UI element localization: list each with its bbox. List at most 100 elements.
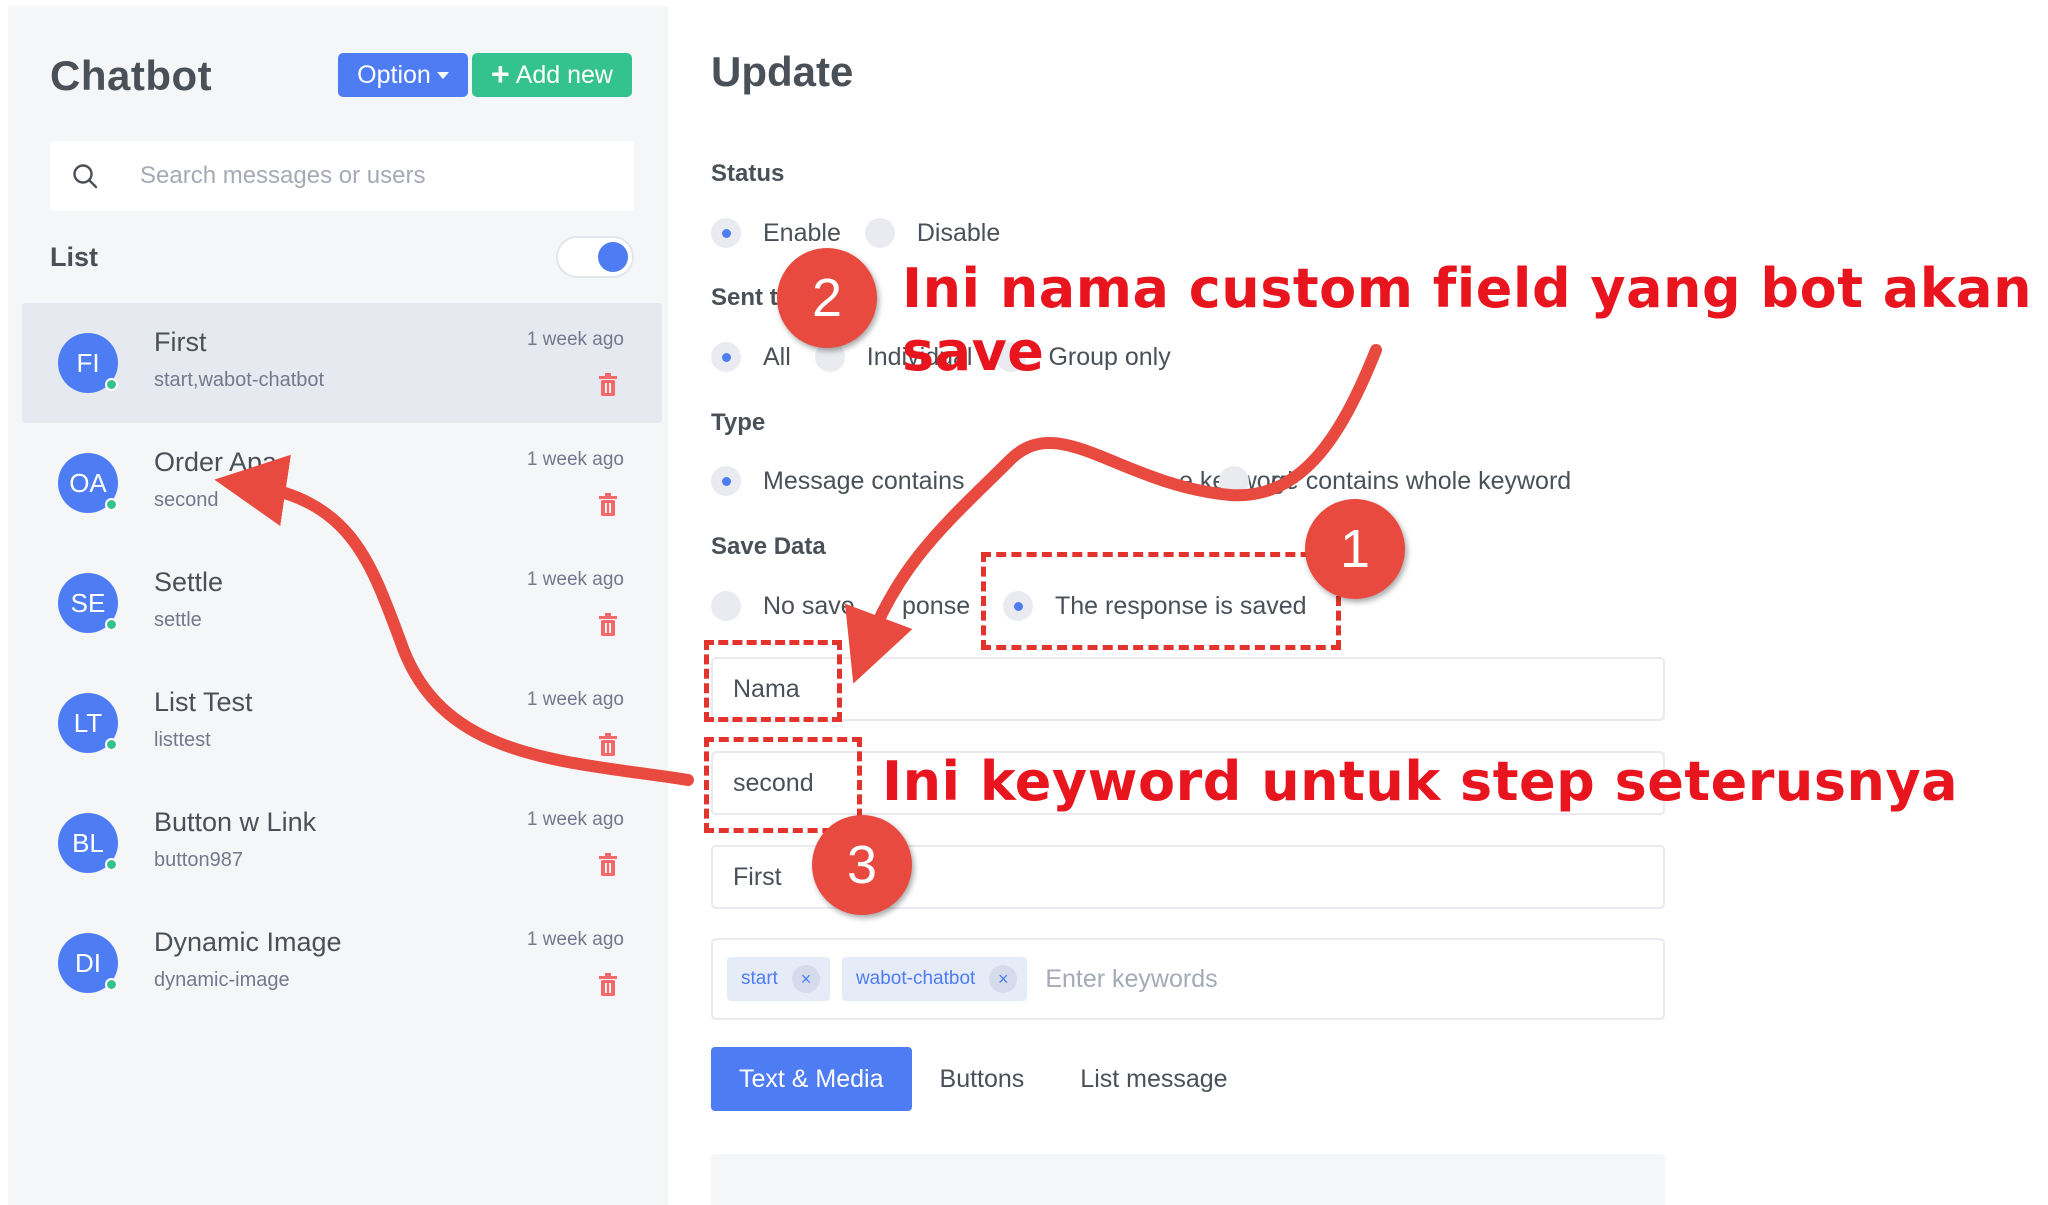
item-name: Settle bbox=[154, 567, 224, 597]
trash-icon[interactable] bbox=[598, 733, 618, 757]
message-editor[interactable] bbox=[711, 1154, 1665, 1205]
keyword-placeholder[interactable]: Enter keywords bbox=[1045, 965, 1217, 994]
no-save-response-radio[interactable]: No save bbox=[711, 591, 855, 621]
radio-icon bbox=[1219, 466, 1249, 496]
search-input[interactable] bbox=[120, 162, 600, 190]
remove-tag-icon[interactable]: × bbox=[791, 965, 820, 993]
type-contains-keyword-radio[interactable]: Message contains bbox=[711, 466, 965, 496]
trash-icon[interactable] bbox=[598, 973, 618, 997]
save-data-label: Save Data bbox=[711, 533, 826, 560]
trash-icon[interactable] bbox=[598, 373, 618, 397]
list-toggle[interactable] bbox=[556, 236, 634, 278]
trash-icon[interactable] bbox=[598, 493, 618, 517]
search-icon[interactable] bbox=[50, 141, 120, 211]
list-item[interactable]: LT List Test listtest 1 week ago bbox=[22, 663, 662, 783]
tag-label: start bbox=[741, 968, 778, 989]
remove-tag-icon[interactable]: × bbox=[989, 965, 1018, 993]
annotation-highlight-next-keyword bbox=[704, 737, 862, 833]
item-time: 1 week ago bbox=[526, 689, 624, 710]
sent-all-radio[interactable]: All bbox=[711, 342, 791, 372]
option-dropdown-button[interactable]: Option bbox=[338, 53, 468, 97]
online-status-dot bbox=[105, 378, 118, 391]
list-label: List bbox=[50, 242, 99, 272]
status-label: Status bbox=[711, 160, 785, 187]
radio-icon bbox=[864, 218, 895, 248]
avatar-initials: FI bbox=[76, 347, 100, 378]
tab-text-media[interactable]: Text & Media bbox=[711, 1047, 912, 1111]
item-time: 1 week ago bbox=[526, 329, 624, 350]
status-enable-radio[interactable]: Enable bbox=[711, 218, 841, 248]
list-item[interactable]: FI First start,wabot-chatbot 1 week ago bbox=[22, 303, 662, 423]
tab-list-message[interactable]: List message bbox=[1052, 1047, 1255, 1111]
item-name: Button w Link bbox=[154, 807, 317, 837]
avatar: DI bbox=[58, 933, 118, 993]
item-time: 1 week ago bbox=[526, 929, 624, 950]
type-whole-keyword-radio[interactable]: ge contains whole keyword bbox=[1219, 466, 1571, 496]
option-label-tail: ponse bbox=[902, 591, 971, 620]
status-radio-group: Enable Disable bbox=[711, 218, 1024, 248]
type-label: Type bbox=[711, 409, 766, 436]
option-label: Enable bbox=[763, 218, 841, 247]
no-save-response-tail: ponse bbox=[902, 592, 970, 621]
avatar-initials: BL bbox=[72, 827, 104, 858]
radio-checked-icon bbox=[711, 218, 741, 248]
annotation-badge-2: 2 bbox=[777, 248, 877, 348]
trash-icon[interactable] bbox=[598, 613, 618, 637]
item-time: 1 week ago bbox=[526, 449, 624, 470]
type-radio-group: Message contains e keyword ge contains w… bbox=[711, 466, 1571, 496]
online-status-dot bbox=[105, 618, 118, 631]
tab-buttons[interactable]: Buttons bbox=[912, 1047, 1053, 1111]
item-time: 1 week ago bbox=[526, 809, 624, 830]
chatbot-list: FI First start,wabot-chatbot 1 week ago … bbox=[22, 303, 662, 1023]
item-keywords: settle bbox=[154, 609, 202, 631]
avatar-initials: OA bbox=[69, 467, 107, 498]
page-title: Update bbox=[711, 48, 854, 95]
custom-field-name-input[interactable]: Nama bbox=[711, 657, 1665, 721]
input-value: First bbox=[733, 862, 782, 891]
item-name: Dynamic Image bbox=[154, 927, 342, 957]
sidebar-title: Chatbot bbox=[50, 52, 213, 99]
keyword-tag: wabot-chatbot × bbox=[841, 957, 1028, 1001]
item-name: Order Apa bbox=[154, 447, 278, 477]
status-disable-radio[interactable]: Disable bbox=[864, 218, 1001, 248]
keywords-input[interactable]: start × wabot-chatbot × Enter keywords bbox=[711, 938, 1665, 1020]
annotation-highlight-field-name bbox=[704, 640, 842, 722]
option-label: Disable bbox=[916, 218, 1001, 247]
avatar-initials: LT bbox=[73, 707, 103, 738]
item-time: 1 week ago bbox=[526, 569, 624, 590]
option-label: Message contains bbox=[763, 466, 965, 495]
item-name: First bbox=[154, 327, 207, 357]
online-status-dot bbox=[105, 978, 118, 991]
annotation-badge-3: 3 bbox=[812, 815, 912, 915]
list-item[interactable]: BL Button w Link button987 1 week ago bbox=[22, 783, 662, 903]
add-new-label: Add new bbox=[515, 60, 613, 89]
list-item[interactable]: SE Settle settle 1 week ago bbox=[22, 543, 662, 663]
radio-checked-icon bbox=[711, 342, 741, 372]
trash-icon[interactable] bbox=[598, 853, 618, 877]
option-label: ge contains whole keyword bbox=[1271, 466, 1572, 495]
option-label: Option bbox=[357, 60, 431, 89]
item-keywords: start,wabot-chatbot bbox=[154, 369, 325, 391]
online-status-dot bbox=[105, 498, 118, 511]
caret-down-icon bbox=[436, 71, 449, 79]
avatar: SE bbox=[58, 573, 118, 633]
avatar: FI bbox=[58, 333, 118, 393]
chatbot-sidebar: Chatbot Option + Add new List FI First s… bbox=[8, 6, 668, 1205]
avatar: LT bbox=[58, 693, 118, 753]
item-keywords: listtest bbox=[154, 729, 211, 751]
avatar-initials: DI bbox=[75, 947, 101, 978]
annotation-text-next-keyword: Ini keyword untuk step seterusnya bbox=[882, 750, 1959, 813]
sent-to-label: Sent t bbox=[711, 284, 778, 311]
plus-icon: + bbox=[491, 55, 510, 92]
add-new-button[interactable]: + Add new bbox=[472, 53, 632, 97]
list-item[interactable]: OA Order Apa second 1 week ago bbox=[22, 423, 662, 543]
radio-icon bbox=[711, 591, 741, 621]
option-label: No save bbox=[763, 591, 855, 620]
option-label: All bbox=[763, 342, 791, 371]
list-item[interactable]: DI Dynamic Image dynamic-image 1 week ag… bbox=[22, 903, 662, 1023]
search-box bbox=[50, 141, 634, 211]
item-keywords: dynamic-image bbox=[154, 969, 290, 991]
avatar: BL bbox=[58, 813, 118, 873]
annotation-badge-1: 1 bbox=[1305, 499, 1405, 599]
item-name: List Test bbox=[154, 687, 253, 717]
